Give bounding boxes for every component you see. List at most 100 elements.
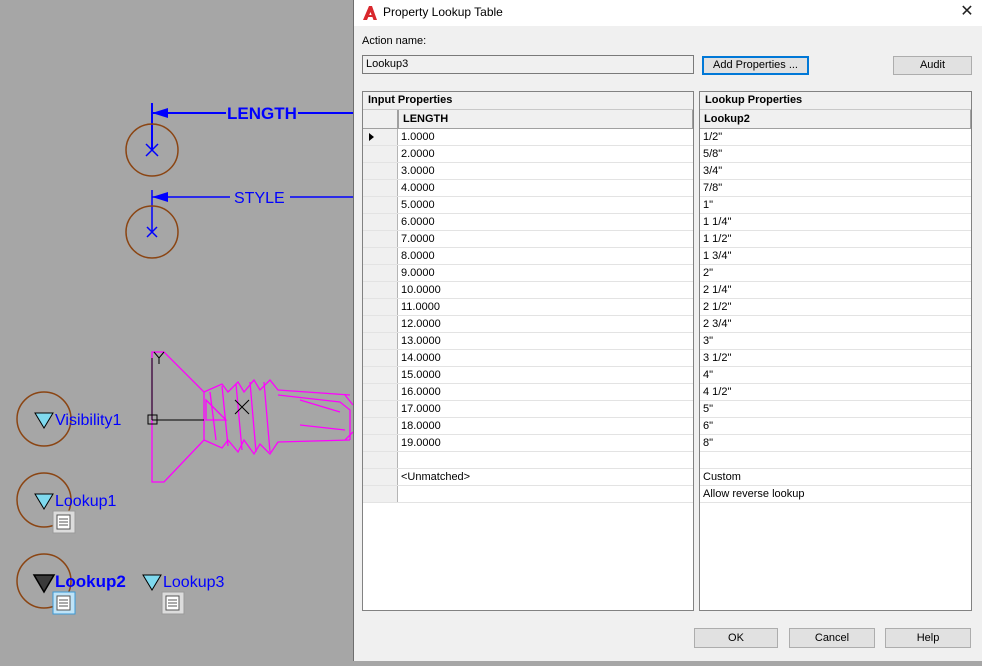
lookup2-table-icon[interactable]: [52, 591, 76, 615]
input-row[interactable]: 14.0000: [363, 350, 693, 367]
lookup-row[interactable]: 2 1/4": [700, 282, 971, 299]
row-selector[interactable]: [363, 367, 398, 383]
dialog-titlebar[interactable]: Property Lookup Table ✕: [354, 0, 982, 26]
row-selector[interactable]: [363, 299, 398, 315]
input-row[interactable]: 17.0000: [363, 401, 693, 418]
row-selector[interactable]: [363, 486, 398, 502]
input-cell[interactable]: 5.0000: [398, 197, 693, 213]
input-row[interactable]: <Unmatched>: [363, 469, 693, 486]
input-row[interactable]: [363, 452, 693, 469]
input-cell[interactable]: 11.0000: [398, 299, 693, 315]
lookup-row[interactable]: 1/2": [700, 129, 971, 146]
lookup-cell[interactable]: 2 1/4": [700, 282, 971, 298]
input-row[interactable]: 9.0000: [363, 265, 693, 282]
lookup-cell[interactable]: 4": [700, 367, 971, 383]
input-row[interactable]: 19.0000: [363, 435, 693, 452]
lookup-cell[interactable]: 2 1/2": [700, 299, 971, 315]
lookup-row[interactable]: 1": [700, 197, 971, 214]
input-cell[interactable]: 7.0000: [398, 231, 693, 247]
lookup-row[interactable]: 2 1/2": [700, 299, 971, 316]
add-properties-button[interactable]: Add Properties ...: [702, 56, 809, 75]
audit-button[interactable]: Audit: [893, 56, 972, 75]
input-cell[interactable]: 17.0000: [398, 401, 693, 417]
input-cell[interactable]: 19.0000: [398, 435, 693, 451]
input-row[interactable]: 10.0000: [363, 282, 693, 299]
input-row[interactable]: 16.0000: [363, 384, 693, 401]
input-cell[interactable]: 9.0000: [398, 265, 693, 281]
input-row[interactable]: 15.0000: [363, 367, 693, 384]
row-selector[interactable]: [363, 469, 398, 485]
row-selector[interactable]: [363, 435, 398, 451]
lookup1-table-icon[interactable]: [52, 510, 76, 534]
row-selector[interactable]: [363, 129, 398, 145]
lookup-cell[interactable]: 4 1/2": [700, 384, 971, 400]
lookup-row[interactable]: 4": [700, 367, 971, 384]
lookup-row[interactable]: Allow reverse lookup: [700, 486, 971, 503]
lookup-cell[interactable]: 1/2": [700, 129, 971, 145]
lookup-cell[interactable]: 6": [700, 418, 971, 434]
lookup-row[interactable]: 1 3/4": [700, 248, 971, 265]
lookup-cell[interactable]: 1 3/4": [700, 248, 971, 264]
input-row[interactable]: 8.0000: [363, 248, 693, 265]
lookup-column-header[interactable]: Lookup2: [700, 110, 971, 128]
lookup-row[interactable]: 3": [700, 333, 971, 350]
lookup-cell[interactable]: 1 1/4": [700, 214, 971, 230]
input-row[interactable]: 7.0000: [363, 231, 693, 248]
input-row[interactable]: 5.0000: [363, 197, 693, 214]
screw-geometry[interactable]: [151, 351, 354, 483]
input-row[interactable]: 1.0000: [363, 129, 693, 146]
length-parameter[interactable]: LENGTH: [151, 103, 353, 150]
lookup-cell[interactable]: 3/4": [700, 163, 971, 179]
lookup-cell[interactable]: Allow reverse lookup: [700, 486, 971, 502]
lookup-row[interactable]: 7/8": [700, 180, 971, 197]
lookup-cell[interactable]: 5/8": [700, 146, 971, 162]
ok-button[interactable]: OK: [694, 628, 778, 648]
input-row[interactable]: 6.0000: [363, 214, 693, 231]
row-selector[interactable]: [363, 146, 398, 162]
input-row[interactable]: 2.0000: [363, 146, 693, 163]
input-cell[interactable]: 6.0000: [398, 214, 693, 230]
block-editor-drawing[interactable]: LENGTH STYLE Visibility1 Lookup1 Lookup2…: [0, 0, 354, 661]
input-cell[interactable]: 16.0000: [398, 384, 693, 400]
lookup3-table-icon[interactable]: [161, 591, 185, 615]
input-cell[interactable]: 13.0000: [398, 333, 693, 349]
input-row[interactable]: 13.0000: [363, 333, 693, 350]
input-properties-grid[interactable]: Input Properties LENGTH 1.0000 2.0000 3.00…: [362, 91, 694, 611]
input-cell[interactable]: 15.0000: [398, 367, 693, 383]
lookup-cell[interactable]: 8": [700, 435, 971, 451]
lookup-cell[interactable]: Custom: [700, 469, 971, 485]
lookup1-grip-icon[interactable]: [34, 493, 54, 510]
input-cell[interactable]: 12.0000: [398, 316, 693, 332]
lookup-row[interactable]: 4 1/2": [700, 384, 971, 401]
drawing-canvas[interactable]: LENGTH STYLE Visibility1 Lookup1 Lookup2…: [0, 0, 354, 661]
input-cell[interactable]: 3.0000: [398, 163, 693, 179]
input-cell[interactable]: 1.0000: [398, 129, 693, 145]
lookup2-grip-icon[interactable]: [32, 574, 56, 594]
row-selector[interactable]: [363, 197, 398, 213]
input-cell[interactable]: 4.0000: [398, 180, 693, 196]
input-cell[interactable]: 18.0000: [398, 418, 693, 434]
lookup-row[interactable]: 3/4": [700, 163, 971, 180]
row-selector[interactable]: [363, 248, 398, 264]
input-column-header[interactable]: LENGTH: [398, 110, 693, 128]
row-selector[interactable]: [363, 401, 398, 417]
lookup-row[interactable]: Custom: [700, 469, 971, 486]
row-selector[interactable]: [363, 265, 398, 281]
input-row[interactable]: 12.0000: [363, 316, 693, 333]
lookup-row[interactable]: 5": [700, 401, 971, 418]
lookup-row[interactable]: 2": [700, 265, 971, 282]
cancel-button[interactable]: Cancel: [789, 628, 875, 648]
input-cell[interactable]: 10.0000: [398, 282, 693, 298]
row-selector[interactable]: [363, 384, 398, 400]
row-selector[interactable]: [363, 333, 398, 349]
lookup-row[interactable]: [700, 452, 971, 469]
lookup-cell[interactable]: 1 1/2": [700, 231, 971, 247]
row-selector[interactable]: [363, 350, 398, 366]
lookup-properties-grid[interactable]: Lookup Properties Lookup2 1/2" 5/8" 3/4" 7/…: [699, 91, 972, 611]
lookup-row[interactable]: 3 1/2": [700, 350, 971, 367]
row-selector[interactable]: [363, 418, 398, 434]
row-selector[interactable]: [363, 163, 398, 179]
style-parameter[interactable]: STYLE: [151, 190, 353, 232]
lookup-cell[interactable]: [700, 452, 971, 468]
lookup-row[interactable]: 1 1/4": [700, 214, 971, 231]
